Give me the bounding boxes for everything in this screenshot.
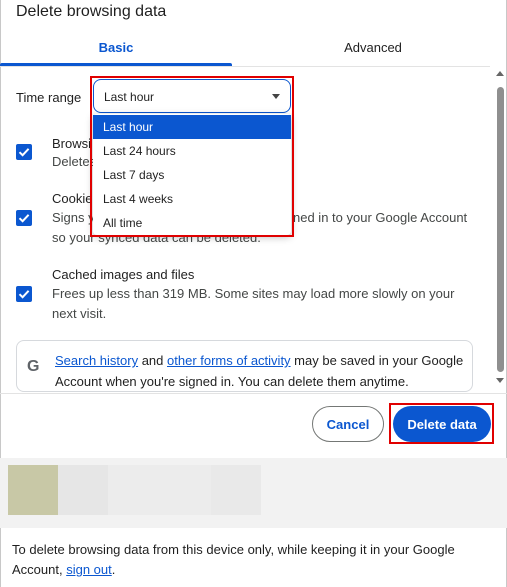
cached-images-desc-line2: next visit. bbox=[52, 306, 107, 321]
tab-basic[interactable]: Basic bbox=[0, 40, 232, 55]
cached-images-title: Cached images and files bbox=[52, 267, 195, 282]
scroll-down-arrow-icon[interactable] bbox=[496, 378, 504, 383]
option-all-time[interactable]: All time bbox=[93, 211, 291, 235]
dialog-title: Delete browsing data bbox=[16, 3, 167, 20]
browsing-history-desc: Deletes bbox=[52, 154, 97, 169]
search-history-link[interactable]: Search history bbox=[55, 353, 138, 368]
scrollbar-thumb[interactable] bbox=[497, 87, 504, 372]
cookies-desc-line1-right: ned in to your Google Account bbox=[293, 210, 468, 225]
tab-advanced[interactable]: Advanced bbox=[247, 40, 499, 55]
time-range-select[interactable]: Last hour bbox=[93, 79, 291, 113]
google-g-icon: G bbox=[27, 358, 40, 375]
option-last-hour[interactable]: Last hour bbox=[93, 115, 291, 139]
footer-divider bbox=[0, 393, 507, 394]
sign-out-link[interactable]: sign out bbox=[66, 562, 112, 577]
cached-images-checkbox[interactable] bbox=[16, 286, 32, 302]
cancel-button[interactable]: Cancel bbox=[312, 406, 384, 442]
option-last-4-weeks[interactable]: Last 4 weeks bbox=[93, 187, 291, 211]
browsing-history-title: Browsi bbox=[52, 136, 92, 151]
cookies-checkbox[interactable] bbox=[16, 210, 32, 226]
dropdown-caret-icon bbox=[272, 94, 280, 99]
time-range-label: Time range bbox=[16, 90, 82, 105]
option-last-24-hours[interactable]: Last 24 hours bbox=[93, 139, 291, 163]
tab-divider bbox=[0, 66, 490, 67]
cached-images-desc-line1: Frees up less than 319 MB. Some sites ma… bbox=[52, 286, 455, 301]
time-range-dropdown-list: Last hour Last 24 hours Last 7 days Last… bbox=[93, 114, 291, 235]
time-range-selected-value: Last hour bbox=[104, 90, 155, 104]
profile-blurred-block bbox=[58, 465, 108, 515]
option-last-7-days[interactable]: Last 7 days bbox=[93, 163, 291, 187]
other-activity-link[interactable]: other forms of activity bbox=[167, 353, 291, 368]
profile-blurred-block bbox=[211, 465, 261, 515]
profile-blurred-block bbox=[108, 465, 211, 515]
cookies-desc-line1-left: Signs y bbox=[52, 210, 95, 225]
cookies-title: Cookie bbox=[52, 191, 93, 206]
profile-avatar-blurred bbox=[8, 465, 58, 515]
google-activity-notice: G Search history and other forms of acti… bbox=[16, 340, 473, 392]
google-notice-text: Search history and other forms of activi… bbox=[55, 353, 464, 389]
scroll-up-arrow-icon[interactable] bbox=[496, 71, 504, 76]
delete-data-button[interactable]: Delete data bbox=[393, 406, 491, 442]
sign-out-notice: To delete browsing data from this device… bbox=[12, 542, 455, 577]
browsing-history-checkbox[interactable] bbox=[16, 144, 32, 160]
